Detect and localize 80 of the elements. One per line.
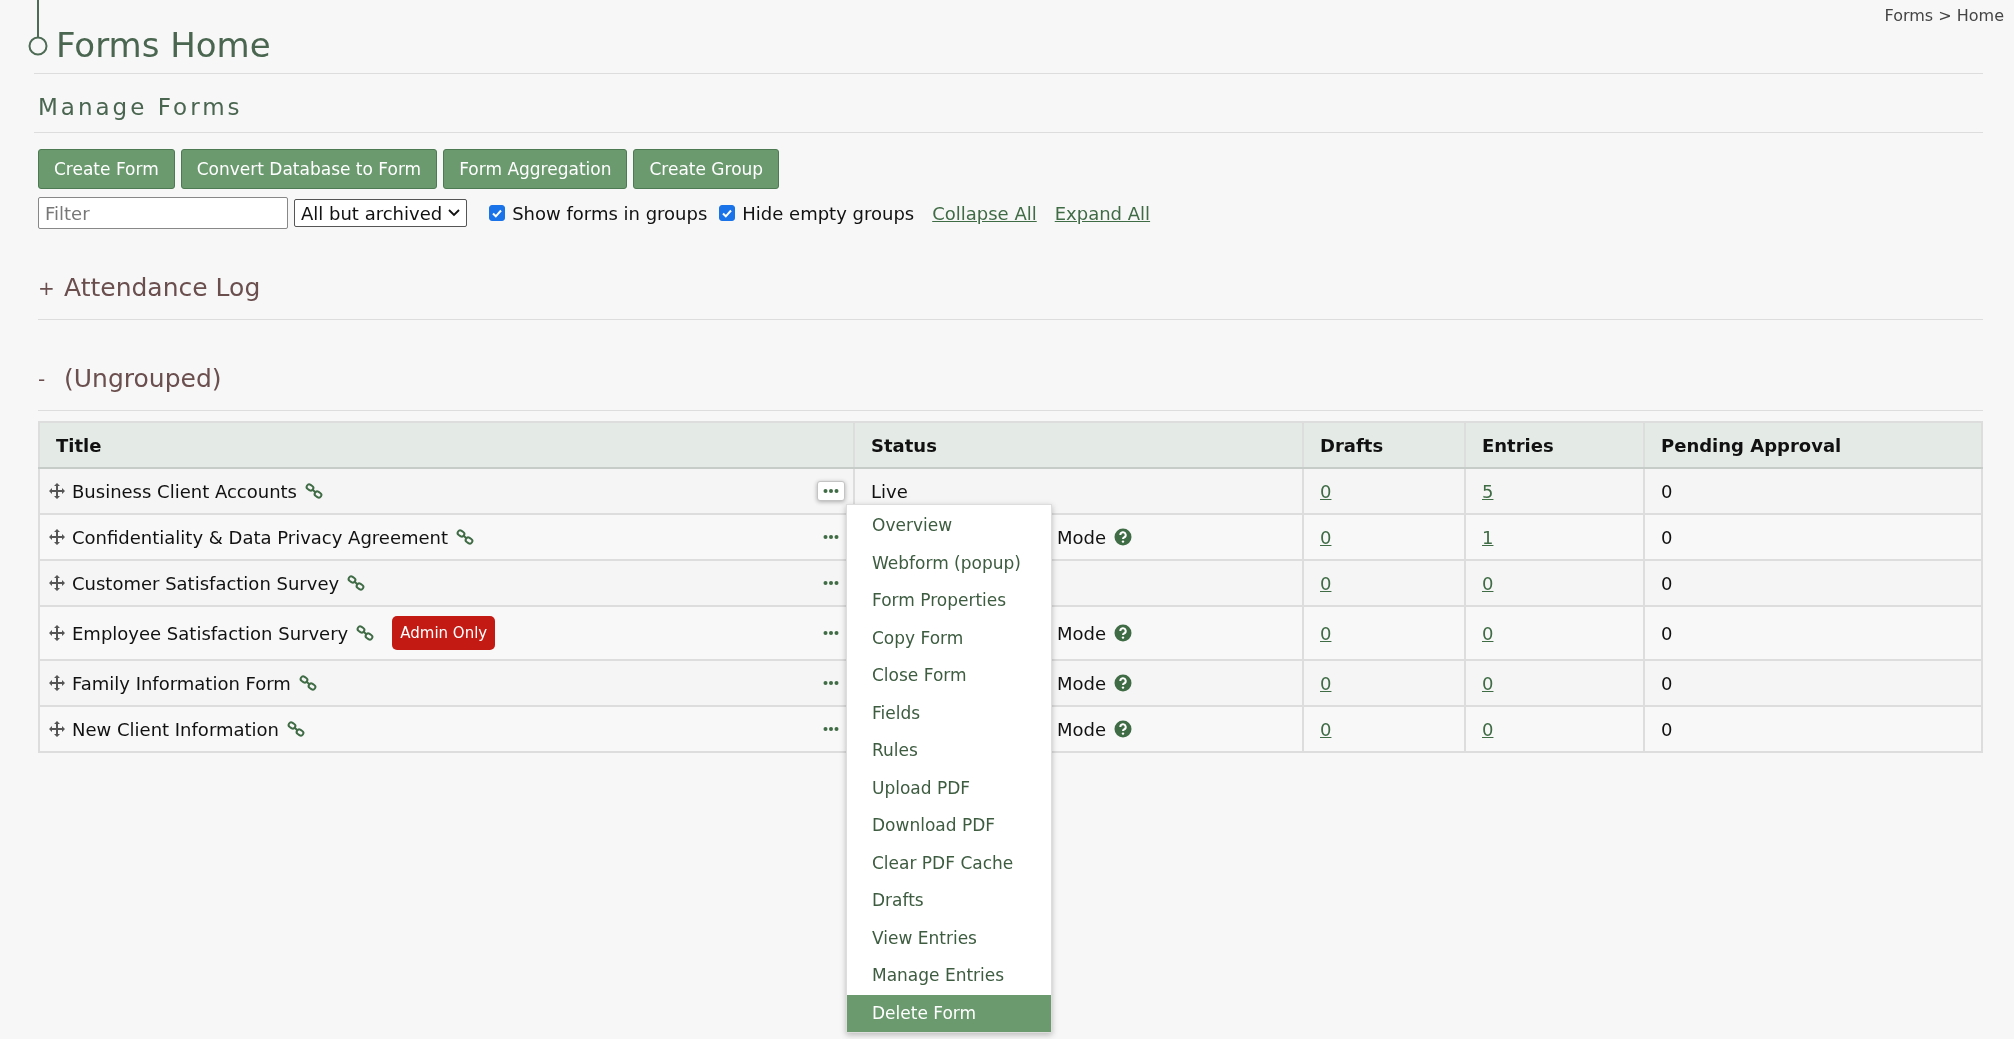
menu-item[interactable]: Webform (popup)	[847, 544, 1051, 582]
menu-item[interactable]: Form Properties	[847, 582, 1051, 620]
menu-item[interactable]: Fields	[847, 694, 1051, 732]
menu-item[interactable]: Clear PDF Cache	[847, 844, 1051, 882]
checkbox[interactable]	[719, 205, 736, 221]
checkbox[interactable]	[489, 205, 506, 221]
group-toggle[interactable]: -	[38, 366, 64, 391]
menu-item[interactable]: Manage Entries	[847, 957, 1051, 995]
column-header: Title	[39, 422, 854, 468]
admin-badge: Admin Only	[392, 616, 496, 650]
menu-item[interactable]: Download PDF	[847, 807, 1051, 845]
column-header: Status	[854, 422, 1303, 468]
entries-link[interactable]: 0	[1482, 718, 1494, 740]
entries-link[interactable]: 5	[1482, 480, 1494, 502]
pending-count: 0	[1661, 672, 1673, 694]
menu-item[interactable]: Close Form	[847, 657, 1051, 695]
entries-link[interactable]: 1	[1482, 526, 1494, 548]
group-toggle[interactable]: +	[38, 275, 64, 300]
pending-count: 0	[1661, 526, 1673, 548]
column-header: Drafts	[1303, 422, 1465, 468]
move-icon[interactable]	[48, 674, 66, 692]
pending-count: 0	[1661, 480, 1673, 502]
toggle-link[interactable]: Expand All	[1054, 202, 1151, 224]
move-icon[interactable]	[48, 528, 66, 546]
page-title: Forms Home	[56, 25, 271, 65]
form-title[interactable]: Employee Satisfaction Survery	[72, 622, 349, 644]
pending-count: 0	[1661, 622, 1673, 644]
form-title[interactable]: Customer Satisfaction Survey	[72, 572, 340, 594]
status-text: Mode	[1057, 526, 1107, 548]
checkbox-label: Show forms in groups	[512, 202, 708, 224]
archive-dropdown[interactable]: All but archived	[294, 199, 468, 227]
status-text: Mode	[1057, 672, 1107, 694]
more-icon[interactable]	[817, 481, 845, 501]
entries-link[interactable]: 0	[1482, 672, 1494, 694]
status-text: Mode	[1057, 622, 1107, 644]
filter-field[interactable]: Filter	[38, 197, 288, 229]
column-header: Entries	[1465, 422, 1644, 468]
status-text: Live	[871, 480, 908, 502]
drafts-link[interactable]: 0	[1320, 572, 1332, 594]
toggle-link[interactable]: Collapse All	[932, 202, 1037, 224]
move-icon[interactable]	[48, 574, 66, 592]
form-title[interactable]: Business Client Accounts	[72, 480, 297, 502]
drafts-link[interactable]: 0	[1320, 672, 1332, 694]
link-icon[interactable]	[456, 529, 475, 545]
entries-link[interactable]: 0	[1482, 622, 1494, 644]
group-title[interactable]: (Ungrouped)	[64, 364, 222, 393]
menu-item[interactable]: Overview	[847, 507, 1051, 545]
entries-link[interactable]: 0	[1482, 572, 1494, 594]
drafts-link[interactable]: 0	[1320, 526, 1332, 548]
column-header: Pending Approval	[1644, 422, 1982, 468]
pending-count: 0	[1661, 572, 1673, 594]
pending-count: 0	[1661, 718, 1673, 740]
status-text: Mode	[1057, 718, 1107, 740]
help-icon[interactable]	[1114, 624, 1133, 642]
link-icon[interactable]	[298, 675, 317, 691]
drafts-link[interactable]: 0	[1320, 480, 1332, 502]
help-icon[interactable]	[1114, 720, 1133, 738]
move-icon[interactable]	[48, 720, 66, 738]
drafts-link[interactable]: 0	[1320, 718, 1332, 740]
link-icon[interactable]	[347, 575, 366, 591]
move-icon[interactable]	[48, 624, 66, 642]
drafts-link[interactable]: 0	[1320, 622, 1332, 644]
menu-item[interactable]: Copy Form	[847, 619, 1051, 657]
help-icon[interactable]	[1114, 674, 1133, 692]
menu-item[interactable]: Drafts	[847, 882, 1051, 920]
link-icon[interactable]	[305, 483, 323, 499]
section-title: Manage Forms	[37, 93, 244, 122]
breadcrumb: Forms > Home	[1884, 6, 2004, 25]
menu-item[interactable]: Rules	[847, 732, 1051, 770]
group-title[interactable]: Attendance Log	[64, 273, 261, 302]
form-title[interactable]: New Client Information	[72, 718, 279, 740]
move-icon[interactable]	[48, 482, 66, 500]
help-icon[interactable]	[1114, 528, 1133, 546]
link-icon[interactable]	[356, 625, 375, 641]
form-title[interactable]: Family Information Form	[72, 672, 291, 694]
link-icon[interactable]	[287, 721, 305, 737]
chevron-icon	[448, 209, 461, 217]
menu-item[interactable]: Upload PDF	[847, 769, 1051, 807]
checkbox-label: Hide empty groups	[742, 202, 915, 224]
menu-item[interactable]: View Entries	[847, 919, 1051, 957]
